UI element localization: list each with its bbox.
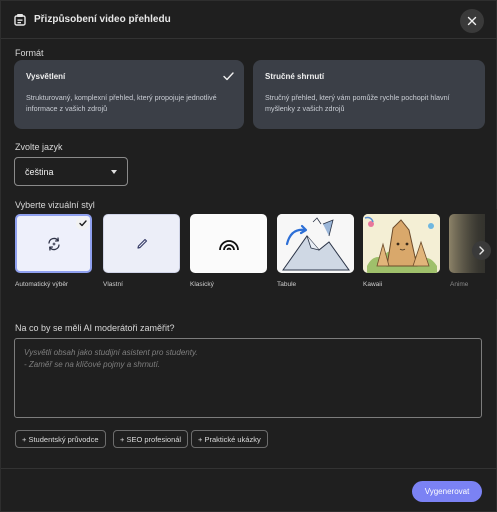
pencil-icon	[136, 238, 147, 249]
textarea-placeholder: Vysvětli obsah jako studijní asistent pr…	[24, 348, 198, 357]
format-option-brief-summary[interactable]: Stručné shrnutí Stručný přehled, který v…	[253, 60, 485, 129]
chevron-right-icon	[479, 246, 485, 255]
language-label: Zvolte jazyk	[15, 142, 63, 152]
style-name: Tabule	[277, 281, 297, 288]
kawaii-illustration	[363, 214, 440, 273]
header-divider	[1, 38, 497, 39]
chevron-down-icon	[111, 169, 117, 174]
focus-textarea[interactable]: Vysvětli obsah jako studijní asistent pr…	[14, 338, 482, 418]
format-option-explanation[interactable]: Vysvětlení Strukturovaný, komplexní přeh…	[14, 60, 244, 129]
carousel-next-button[interactable]	[472, 241, 491, 260]
generate-button[interactable]: Vygenerovat	[412, 481, 482, 502]
format-option-title: Stručné shrnutí	[265, 72, 325, 81]
close-icon	[467, 16, 477, 26]
check-icon	[78, 220, 87, 227]
dialog-header: Přizpůsobení video přehledu	[1, 1, 497, 39]
style-name: Vlastní	[103, 281, 123, 288]
style-card-kawaii[interactable]	[363, 214, 440, 273]
style-card-classic[interactable]	[190, 214, 267, 273]
format-option-description: Stručný přehled, který vám pomůže rychle…	[265, 93, 450, 113]
chip-seo-professional[interactable]: + SEO profesionál	[113, 430, 189, 448]
focus-label: Na co by se měli AI moderátoři zaměřit?	[15, 323, 175, 333]
language-value: čeština	[25, 166, 54, 177]
close-button[interactable]	[460, 9, 484, 33]
footer-divider	[1, 468, 497, 469]
auto-refresh-icon	[47, 236, 60, 251]
customize-video-dialog: Přizpůsobení video přehledu Formát Vysvě…	[0, 0, 497, 512]
format-option-description: Strukturovaný, komplexní přehled, který …	[26, 93, 217, 113]
check-icon	[223, 72, 234, 81]
style-card-whiteboard[interactable]	[277, 214, 354, 273]
selected-check-badge	[76, 217, 89, 230]
textarea-placeholder: - Zaměř se na klíčové pojmy a shrnutí.	[24, 360, 161, 369]
format-option-title: Vysvětlení	[26, 72, 66, 81]
format-label: Formát	[15, 48, 44, 58]
dialog-title: Přizpůsobení video přehledu	[34, 14, 171, 25]
chip-practical-examples[interactable]: + Praktické ukázky	[191, 430, 268, 448]
style-name: Klasický	[190, 281, 214, 288]
document-icon	[14, 14, 26, 26]
chip-student-guide[interactable]: + Studentský průvodce	[15, 430, 106, 448]
style-card-custom[interactable]	[103, 214, 180, 273]
whiteboard-illustration	[277, 214, 354, 273]
language-select[interactable]: čeština	[14, 157, 128, 186]
style-name: Automatický výběr	[15, 281, 69, 288]
style-name: Anime	[450, 281, 469, 288]
visual-style-label: Vyberte vizuální styl	[15, 200, 95, 210]
style-name: Kawaii	[363, 281, 383, 288]
rainbow-arcs-icon	[218, 239, 239, 250]
